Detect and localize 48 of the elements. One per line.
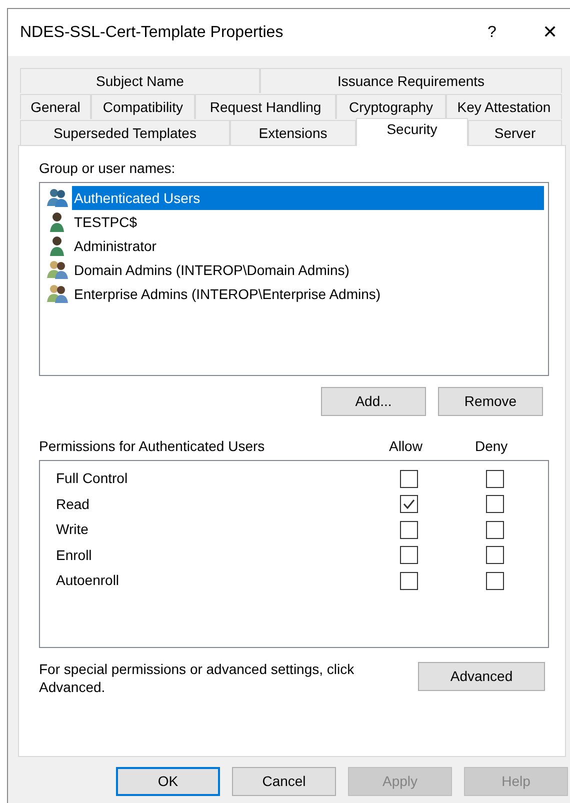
tab[interactable]: Cryptography	[336, 94, 446, 119]
checkbox[interactable]	[486, 572, 504, 590]
column-header: Allow	[389, 436, 424, 456]
help-button[interactable]: ?	[472, 20, 512, 44]
tab[interactable]: Server	[468, 120, 562, 145]
checkbox[interactable]	[400, 495, 418, 514]
user-list-item[interactable]: Domain Admins (INTEROP\Domain Admins)	[72, 258, 352, 282]
remove-button[interactable]: Remove	[438, 387, 543, 416]
user-list-item[interactable]: Enterprise Admins (INTEROP\Enterprise Admins)	[72, 282, 383, 306]
dialog-button[interactable]: Cancel	[232, 767, 336, 796]
checkbox[interactable]	[486, 495, 504, 514]
window-title: NDES-SSL-Cert-Template Properties	[20, 22, 284, 42]
dialog-button[interactable]: OK	[116, 767, 220, 796]
close-button[interactable]: ✕	[530, 19, 570, 46]
checkbox[interactable]	[486, 520, 504, 539]
checkbox[interactable]	[400, 520, 418, 539]
tab[interactable]: Request Handling	[195, 94, 336, 119]
tab[interactable]: Key Attestation	[446, 94, 562, 119]
checkbox[interactable]	[400, 572, 418, 590]
permission-name: Autoenroll	[56, 571, 120, 590]
tab[interactable]: General	[20, 94, 91, 119]
checkbox[interactable]	[400, 470, 418, 488]
people-icon	[47, 284, 69, 304]
tab[interactable]: Extensions	[230, 120, 356, 145]
group-list-label: Group or user names:	[39, 159, 176, 178]
add-button[interactable]: Add...	[321, 387, 426, 416]
tab[interactable]: Superseded Templates	[20, 120, 230, 145]
user-list-item[interactable]: Administrator	[72, 234, 158, 258]
tab[interactable]: Security	[356, 118, 468, 146]
tab[interactable]: Subject Name	[20, 68, 260, 93]
user-list-item[interactable]: TESTPC$	[72, 210, 140, 234]
permission-name: Full Control	[56, 469, 129, 488]
user-list-item[interactable]: Authenticated Users	[72, 186, 544, 210]
column-header: Deny	[475, 436, 508, 456]
checkmark-icon	[402, 497, 416, 512]
people-icon	[47, 260, 69, 280]
checkbox[interactable]	[486, 470, 504, 488]
permission-name: Enroll	[56, 546, 93, 565]
checkbox[interactable]	[400, 546, 418, 564]
permissions-label: Permissions for Authenticated Users	[39, 436, 266, 456]
people-icon	[47, 188, 69, 208]
checkbox[interactable]	[486, 546, 504, 564]
advanced-hint-text: For special permissions or advanced settings, click Advanced.	[39, 660, 356, 696]
advanced-button[interactable]: Advanced	[418, 662, 545, 691]
permission-name: Read	[56, 494, 90, 514]
permission-name: Write	[56, 520, 90, 540]
tab[interactable]: Compatibility	[91, 94, 195, 119]
tab[interactable]: Issuance Requirements	[260, 68, 562, 93]
